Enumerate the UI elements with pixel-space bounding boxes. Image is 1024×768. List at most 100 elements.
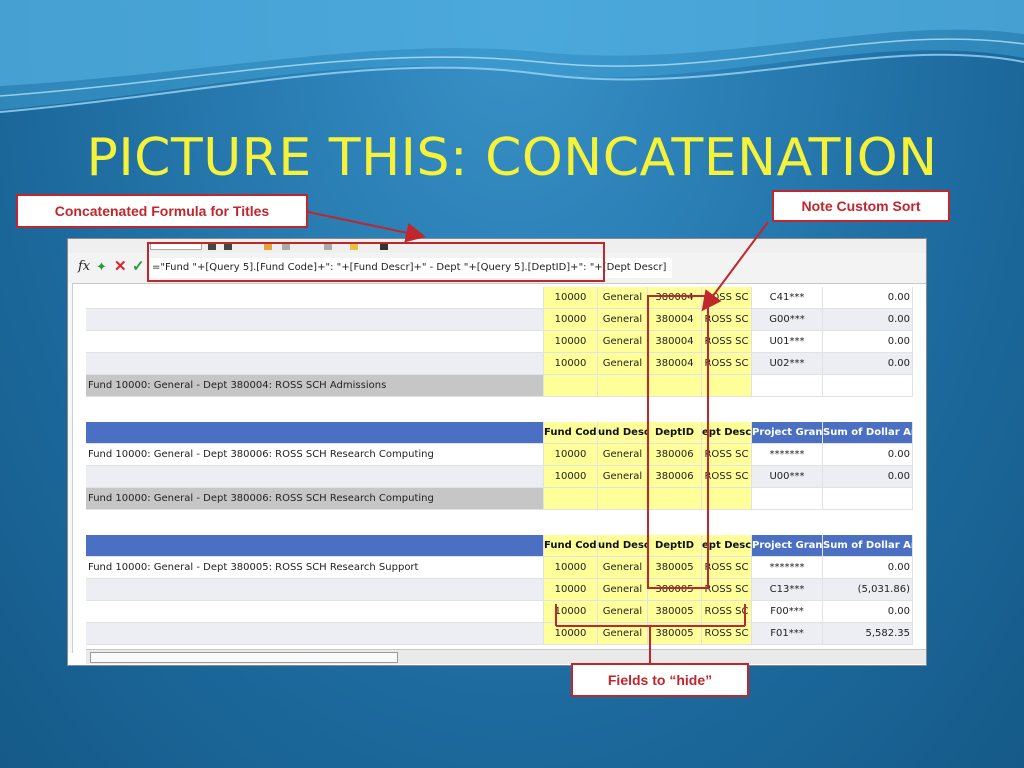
row-title-cell[interactable] — [86, 331, 544, 353]
cell-fund-descr[interactable]: General — [598, 309, 648, 331]
row-title-cell[interactable] — [86, 422, 544, 444]
cell-project-grant[interactable] — [752, 488, 823, 510]
cell-fund-code[interactable]: 10000 — [544, 353, 598, 375]
cancel-icon[interactable]: ✕ — [114, 259, 127, 274]
row-title-cell[interactable] — [86, 535, 544, 557]
toolbar-bold-icon[interactable] — [208, 242, 216, 250]
accept-check-icon[interactable]: ✓ — [132, 259, 145, 274]
cell-dollar-amount[interactable]: 0.00 — [823, 309, 913, 331]
cell-dept-descr[interactable]: ept Descr — [702, 535, 752, 557]
cell-deptid[interactable] — [648, 375, 702, 397]
insert-function-icon[interactable]: ✦ — [96, 259, 107, 274]
cell-project-grant[interactable]: C41*** — [752, 287, 823, 309]
cell-deptid[interactable]: 380005 — [648, 579, 702, 601]
toolbar-border-icon[interactable] — [282, 242, 290, 250]
row-title-cell[interactable]: Fund 10000: General - Dept 380004: ROSS … — [86, 375, 544, 397]
cell-deptid[interactable]: 380004 — [648, 331, 702, 353]
cell-deptid[interactable]: 380005 — [648, 557, 702, 579]
cell-fund-descr[interactable]: General — [598, 623, 648, 645]
cell-dept-descr[interactable]: ROSS SC — [702, 557, 752, 579]
cell-fund-code[interactable]: 10000 — [544, 309, 598, 331]
row-title-cell[interactable]: Fund 10000: General - Dept 380006: ROSS … — [86, 444, 544, 466]
cell-project-grant[interactable]: U02*** — [752, 353, 823, 375]
toolbar-field[interactable] — [150, 242, 202, 250]
cell-project-grant[interactable]: U00*** — [752, 466, 823, 488]
cell-fund-descr[interactable]: und Descr — [598, 535, 648, 557]
cell-dept-descr[interactable]: ROSS SC — [702, 623, 752, 645]
row-title-cell[interactable] — [86, 623, 544, 645]
cell-dollar-amount[interactable]: 0.00 — [823, 287, 913, 309]
cell-project-grant[interactable]: ******* — [752, 444, 823, 466]
cell-dollar-amount[interactable]: 0.00 — [823, 331, 913, 353]
cell-project-grant[interactable]: F00*** — [752, 601, 823, 623]
row-title-cell[interactable] — [86, 579, 544, 601]
cell-dollar-amount[interactable]: 0.00 — [823, 353, 913, 375]
row-title-cell[interactable] — [86, 601, 544, 623]
cell-dept-descr[interactable]: ROSS SC — [702, 331, 752, 353]
cell-deptid[interactable]: 380005 — [648, 601, 702, 623]
cell-project-grant[interactable]: F01*** — [752, 623, 823, 645]
cell-project-grant[interactable]: G00*** — [752, 309, 823, 331]
row-title-cell[interactable] — [86, 466, 544, 488]
cell-deptid[interactable] — [648, 488, 702, 510]
cell-fund-descr[interactable] — [598, 488, 648, 510]
cell-fund-descr[interactable]: General — [598, 466, 648, 488]
cell-project-grant[interactable]: U01*** — [752, 331, 823, 353]
cell-fund-code[interactable]: 10000 — [544, 466, 598, 488]
toolbar-align-icon[interactable] — [324, 242, 332, 250]
toolbar-fill-icon[interactable] — [264, 242, 272, 250]
cell-project-grant[interactable]: Project Grant — [752, 422, 823, 444]
cell-dollar-amount[interactable]: 0.00 — [823, 444, 913, 466]
cell-dollar-amount[interactable]: Sum of Dollar Amo — [823, 422, 913, 444]
cell-project-grant[interactable]: C13*** — [752, 579, 823, 601]
cell-fund-code[interactable] — [544, 375, 598, 397]
cell-deptid[interactable]: 380004 — [648, 287, 702, 309]
cell-fund-descr[interactable]: General — [598, 444, 648, 466]
cell-dept-descr[interactable]: ROSS SC — [702, 601, 752, 623]
cell-dollar-amount[interactable]: 0.00 — [823, 601, 913, 623]
formula-input[interactable]: ="Fund "+[Query 5].[Fund Code]+": "+[Fun… — [150, 258, 672, 278]
row-title-cell[interactable]: Fund 10000: General - Dept 380006: ROSS … — [86, 488, 544, 510]
row-title-cell[interactable] — [86, 287, 544, 309]
scrollbar-thumb[interactable] — [90, 652, 398, 663]
cell-deptid[interactable]: 380005 — [648, 623, 702, 645]
toolbar-italic-icon[interactable] — [224, 242, 232, 250]
cell-dept-descr[interactable]: ROSS SC — [702, 579, 752, 601]
cell-project-grant[interactable]: Project Grant — [752, 535, 823, 557]
cell-deptid[interactable]: 380006 — [648, 444, 702, 466]
cell-dollar-amount[interactable]: (5,031.86) — [823, 579, 913, 601]
cell-dollar-amount[interactable]: 0.00 — [823, 557, 913, 579]
cell-dept-descr[interactable]: ept Descr — [702, 422, 752, 444]
cell-fund-code[interactable] — [544, 488, 598, 510]
cell-deptid[interactable]: DeptID — [648, 422, 702, 444]
cell-fund-code[interactable]: 10000 — [544, 287, 598, 309]
cell-deptid[interactable]: DeptID — [648, 535, 702, 557]
cell-dept-descr[interactable] — [702, 488, 752, 510]
cell-fund-descr[interactable]: und Descr — [598, 422, 648, 444]
cell-project-grant[interactable]: ******* — [752, 557, 823, 579]
cell-dollar-amount[interactable]: 5,582.35 — [823, 623, 913, 645]
cell-deptid[interactable]: 380006 — [648, 466, 702, 488]
cell-dept-descr[interactable]: ROSS SC — [702, 353, 752, 375]
cell-fund-code[interactable]: 10000 — [544, 623, 598, 645]
toolbar-highlight-icon[interactable] — [350, 242, 358, 250]
cell-dollar-amount[interactable] — [823, 375, 913, 397]
cell-deptid[interactable]: 380004 — [648, 353, 702, 375]
cell-dept-descr[interactable] — [702, 375, 752, 397]
cell-fund-code[interactable]: Fund Code — [544, 422, 598, 444]
cell-dept-descr[interactable]: ROSS SC — [702, 444, 752, 466]
cell-deptid[interactable]: 380004 — [648, 309, 702, 331]
cell-fund-descr[interactable]: General — [598, 353, 648, 375]
cell-fund-descr[interactable]: General — [598, 557, 648, 579]
cell-fund-descr[interactable]: General — [598, 331, 648, 353]
cell-fund-descr[interactable]: General — [598, 601, 648, 623]
cell-fund-code[interactable]: 10000 — [544, 601, 598, 623]
cell-dept-descr[interactable]: ROSS SC — [702, 309, 752, 331]
cell-project-grant[interactable] — [752, 375, 823, 397]
cell-dollar-amount[interactable]: 0.00 — [823, 466, 913, 488]
cell-fund-code[interactable]: 10000 — [544, 579, 598, 601]
cell-fund-code[interactable]: 10000 — [544, 557, 598, 579]
cell-fund-descr[interactable]: General — [598, 287, 648, 309]
cell-fund-descr[interactable] — [598, 375, 648, 397]
cell-fund-descr[interactable]: General — [598, 579, 648, 601]
